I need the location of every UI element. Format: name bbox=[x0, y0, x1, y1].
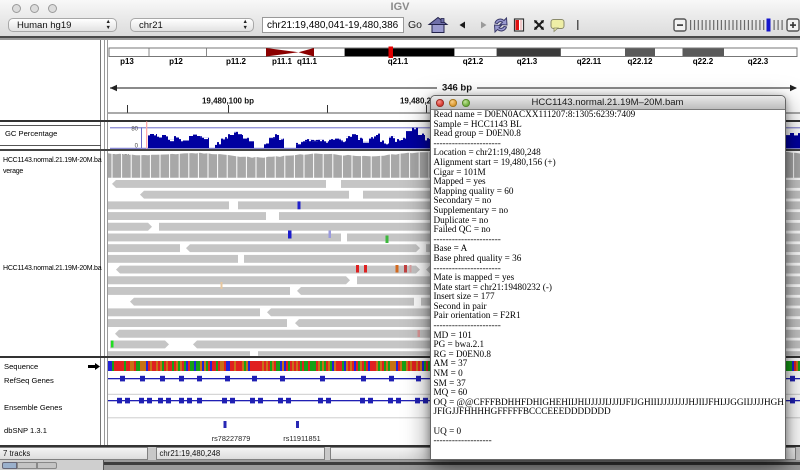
svg-text:19,480,100 bp: 19,480,100 bp bbox=[202, 97, 254, 106]
svg-text:80: 80 bbox=[131, 127, 138, 133]
svg-text:q21.2: q21.2 bbox=[463, 57, 484, 66]
svg-text:p11.2: p11.2 bbox=[226, 57, 247, 66]
svg-text:p11.1: p11.1 bbox=[272, 57, 293, 66]
svg-text:q22.2: q22.2 bbox=[693, 57, 714, 66]
svg-text:q11.1: q11.1 bbox=[297, 57, 318, 66]
svg-text:rs11911851: rs11911851 bbox=[283, 434, 320, 443]
svg-text:q21.3: q21.3 bbox=[517, 57, 538, 66]
svg-text:rs78227879: rs78227879 bbox=[212, 434, 251, 443]
svg-text:p12: p12 bbox=[169, 57, 183, 66]
svg-text:346 bp: 346 bp bbox=[442, 83, 472, 94]
svg-text:q22.11: q22.11 bbox=[577, 57, 602, 66]
svg-text:p13: p13 bbox=[120, 57, 134, 66]
svg-text:q21.1: q21.1 bbox=[388, 57, 409, 66]
svg-text:q22.12: q22.12 bbox=[628, 57, 653, 66]
svg-text:q22.3: q22.3 bbox=[748, 57, 769, 66]
